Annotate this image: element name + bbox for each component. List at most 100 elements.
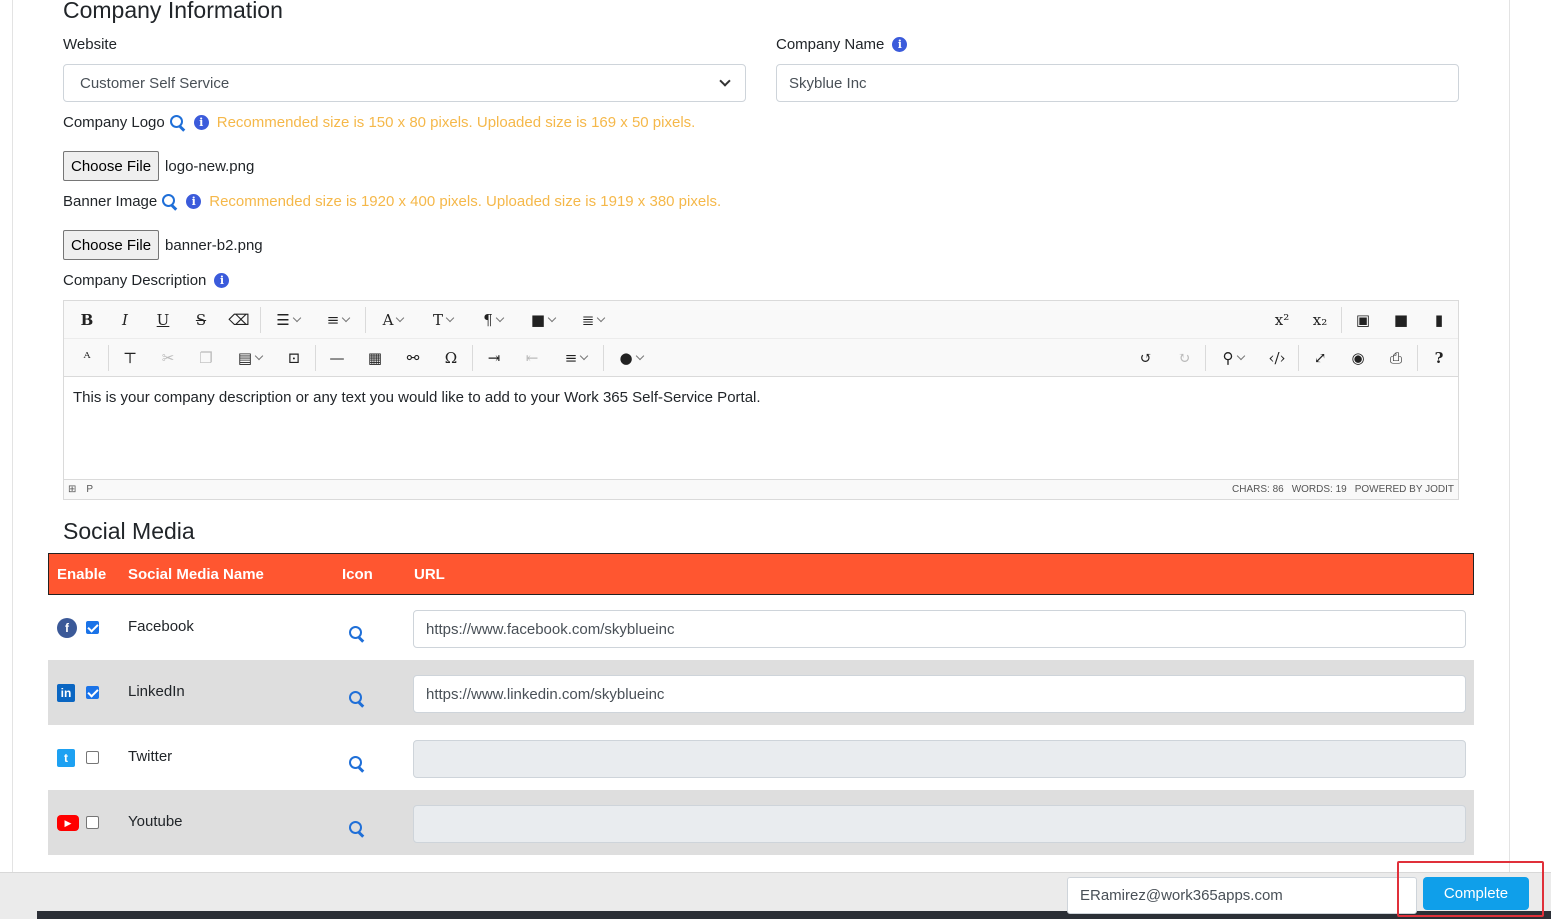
company-name-input[interactable]: Skyblue Inc	[776, 64, 1459, 102]
status-path[interactable]: P	[86, 484, 93, 495]
linkedin-enable-checkbox[interactable]	[86, 686, 99, 699]
outdent-icon[interactable]: ⇤	[513, 343, 551, 373]
subscript-icon[interactable]: x₂	[1301, 305, 1339, 335]
search-icon[interactable]	[348, 625, 365, 642]
choose-banner-file-button[interactable]: Choose File	[63, 230, 160, 260]
word-count: WORDS: 19	[1291, 484, 1347, 495]
info-icon[interactable]: i	[214, 273, 230, 288]
fullsize-icon[interactable]: ⤢	[1301, 343, 1339, 373]
underline-icon[interactable]: U	[144, 305, 182, 335]
highlight-box	[1397, 861, 1544, 917]
paste-icon[interactable]: ▤	[225, 343, 275, 373]
search-icon[interactable]	[348, 820, 365, 837]
find-icon[interactable]: ⚲	[1208, 343, 1258, 373]
banner-file-picker: Choose File banner-b2.png	[63, 230, 263, 260]
twitter-icon: t	[57, 749, 75, 767]
font-icon[interactable]: A	[368, 305, 418, 335]
search-icon[interactable]	[161, 193, 178, 210]
company-description-label: Company Description i	[63, 272, 230, 289]
editor-toolbar-row-1: B I U S ⌫ ☰ ≡ A T ¶ ■ ≣ x² x₂ ▣ ■ ▮	[64, 301, 1458, 339]
info-icon[interactable]: i	[193, 115, 209, 130]
social-media-title: Social Media	[63, 518, 195, 544]
chevron-down-icon	[719, 75, 731, 87]
table-icon[interactable]: ▦	[356, 343, 394, 373]
numbered-list-icon[interactable]: ≡	[313, 305, 363, 335]
social-media-table: Enable Social Media Name Icon URL f Face…	[48, 553, 1474, 855]
info-icon[interactable]: i	[186, 194, 202, 209]
choose-logo-file-button[interactable]: Choose File	[63, 151, 160, 181]
table-row: t Twitter	[48, 725, 1474, 790]
eraser-icon[interactable]: ⌫	[220, 305, 258, 335]
website-label: Website	[63, 36, 117, 53]
cut-icon[interactable]: ✂	[149, 343, 187, 373]
info-icon[interactable]: i	[892, 37, 908, 52]
editor-toolbar-row-2: ᴬ ⊤ ✂ ❐ ▤ ⊡ — ▦ ⚯ Ω ⇥ ⇤ ≡ ● ↺ ↻ ⚲ ‹/› ⤢ …	[64, 339, 1458, 377]
redo-icon[interactable]: ↻	[1165, 343, 1203, 373]
logo-file-picker: Choose File logo-new.png	[63, 151, 254, 181]
company-info-title: Company Information	[63, 0, 283, 23]
select-all-icon[interactable]: ⊡	[275, 343, 313, 373]
print-icon[interactable]: ⎙	[1377, 343, 1415, 373]
twitter-enable-checkbox[interactable]	[86, 751, 99, 764]
facebook-enable-checkbox[interactable]	[86, 621, 99, 634]
social-name: Facebook	[128, 618, 194, 635]
color-icon[interactable]: ●	[606, 343, 656, 373]
powered-by[interactable]: POWERED BY JODIT	[1355, 484, 1454, 495]
file-icon[interactable]: ▮	[1420, 305, 1458, 335]
social-name: Twitter	[128, 748, 173, 765]
search-icon[interactable]	[169, 114, 186, 131]
video-icon[interactable]: ■	[1382, 305, 1420, 335]
font-size-icon[interactable]: T	[418, 305, 468, 335]
column-header-icon: Icon	[342, 565, 373, 583]
copy-icon[interactable]: ❐	[187, 343, 225, 373]
help-icon[interactable]: ?	[1420, 343, 1458, 373]
classes-icon[interactable]: ■	[518, 305, 568, 335]
banner-file-name: banner-b2.png	[165, 236, 263, 254]
linkedin-url-input[interactable]: https://www.linkedin.com/skyblueinc	[413, 675, 1466, 713]
align-icon[interactable]: ≡	[551, 343, 601, 373]
company-logo-label: Company Logo i Recommended size is 150 x…	[63, 114, 696, 131]
social-name: LinkedIn	[128, 683, 185, 700]
special-char-icon[interactable]: Ω	[432, 343, 470, 373]
facebook-icon: f	[57, 618, 77, 638]
italic-icon[interactable]: I	[106, 305, 144, 335]
horizontal-line-icon[interactable]: —	[318, 343, 356, 373]
logo-file-name: logo-new.png	[165, 157, 255, 175]
website-select[interactable]: Customer Self Service	[63, 64, 746, 102]
youtube-icon: ▶	[57, 815, 79, 831]
format-painter-icon[interactable]: ⊤	[111, 343, 149, 373]
line-height-icon[interactable]: ≣	[568, 305, 618, 335]
table-row: ▶ Youtube	[48, 790, 1474, 855]
search-icon[interactable]	[348, 690, 365, 707]
image-icon[interactable]: ▣	[1344, 305, 1382, 335]
twitter-url-input[interactable]	[413, 740, 1466, 778]
banner-size-hint: Recommended size is 1920 x 400 pixels. U…	[209, 193, 722, 210]
youtube-enable-checkbox[interactable]	[86, 816, 99, 829]
paragraph-icon[interactable]: ¶	[468, 305, 518, 335]
column-header-enable: Enable	[57, 565, 107, 583]
indent-icon[interactable]: ⇥	[475, 343, 513, 373]
company-name-label: Company Name i	[776, 36, 908, 53]
email-input[interactable]: ERamirez@work365apps.com	[1067, 877, 1417, 914]
bold-icon[interactable]: B	[68, 305, 106, 335]
superscript-icon[interactable]: x²	[1263, 305, 1301, 335]
source-icon[interactable]: ‹/›	[1258, 343, 1296, 373]
social-name: Youtube	[128, 813, 183, 830]
table-row: in LinkedIn https://www.linkedin.com/sky…	[48, 660, 1474, 725]
banner-image-label: Banner Image i Recommended size is 1920 …	[63, 193, 722, 210]
youtube-url-input[interactable]	[413, 805, 1466, 843]
facebook-url-input[interactable]: https://www.facebook.com/skyblueinc	[413, 610, 1466, 648]
undo-icon[interactable]: ↺	[1127, 343, 1165, 373]
spellcheck-icon[interactable]: ᴬ	[68, 343, 106, 373]
editor-content[interactable]: This is your company description or any …	[73, 389, 761, 406]
link-icon[interactable]: ⚯	[394, 343, 432, 373]
strikethrough-icon[interactable]: S	[182, 305, 220, 335]
bullet-list-icon[interactable]: ☰	[263, 305, 313, 335]
table-row: f Facebook https://www.facebook.com/skyb…	[48, 595, 1474, 660]
resize-icon[interactable]: ⊞	[68, 484, 76, 495]
preview-icon[interactable]: ◉	[1339, 343, 1377, 373]
column-header-name: Social Media Name	[128, 565, 264, 583]
table-header: Enable Social Media Name Icon URL	[48, 553, 1474, 595]
search-icon[interactable]	[348, 755, 365, 772]
linkedin-icon: in	[57, 684, 75, 702]
